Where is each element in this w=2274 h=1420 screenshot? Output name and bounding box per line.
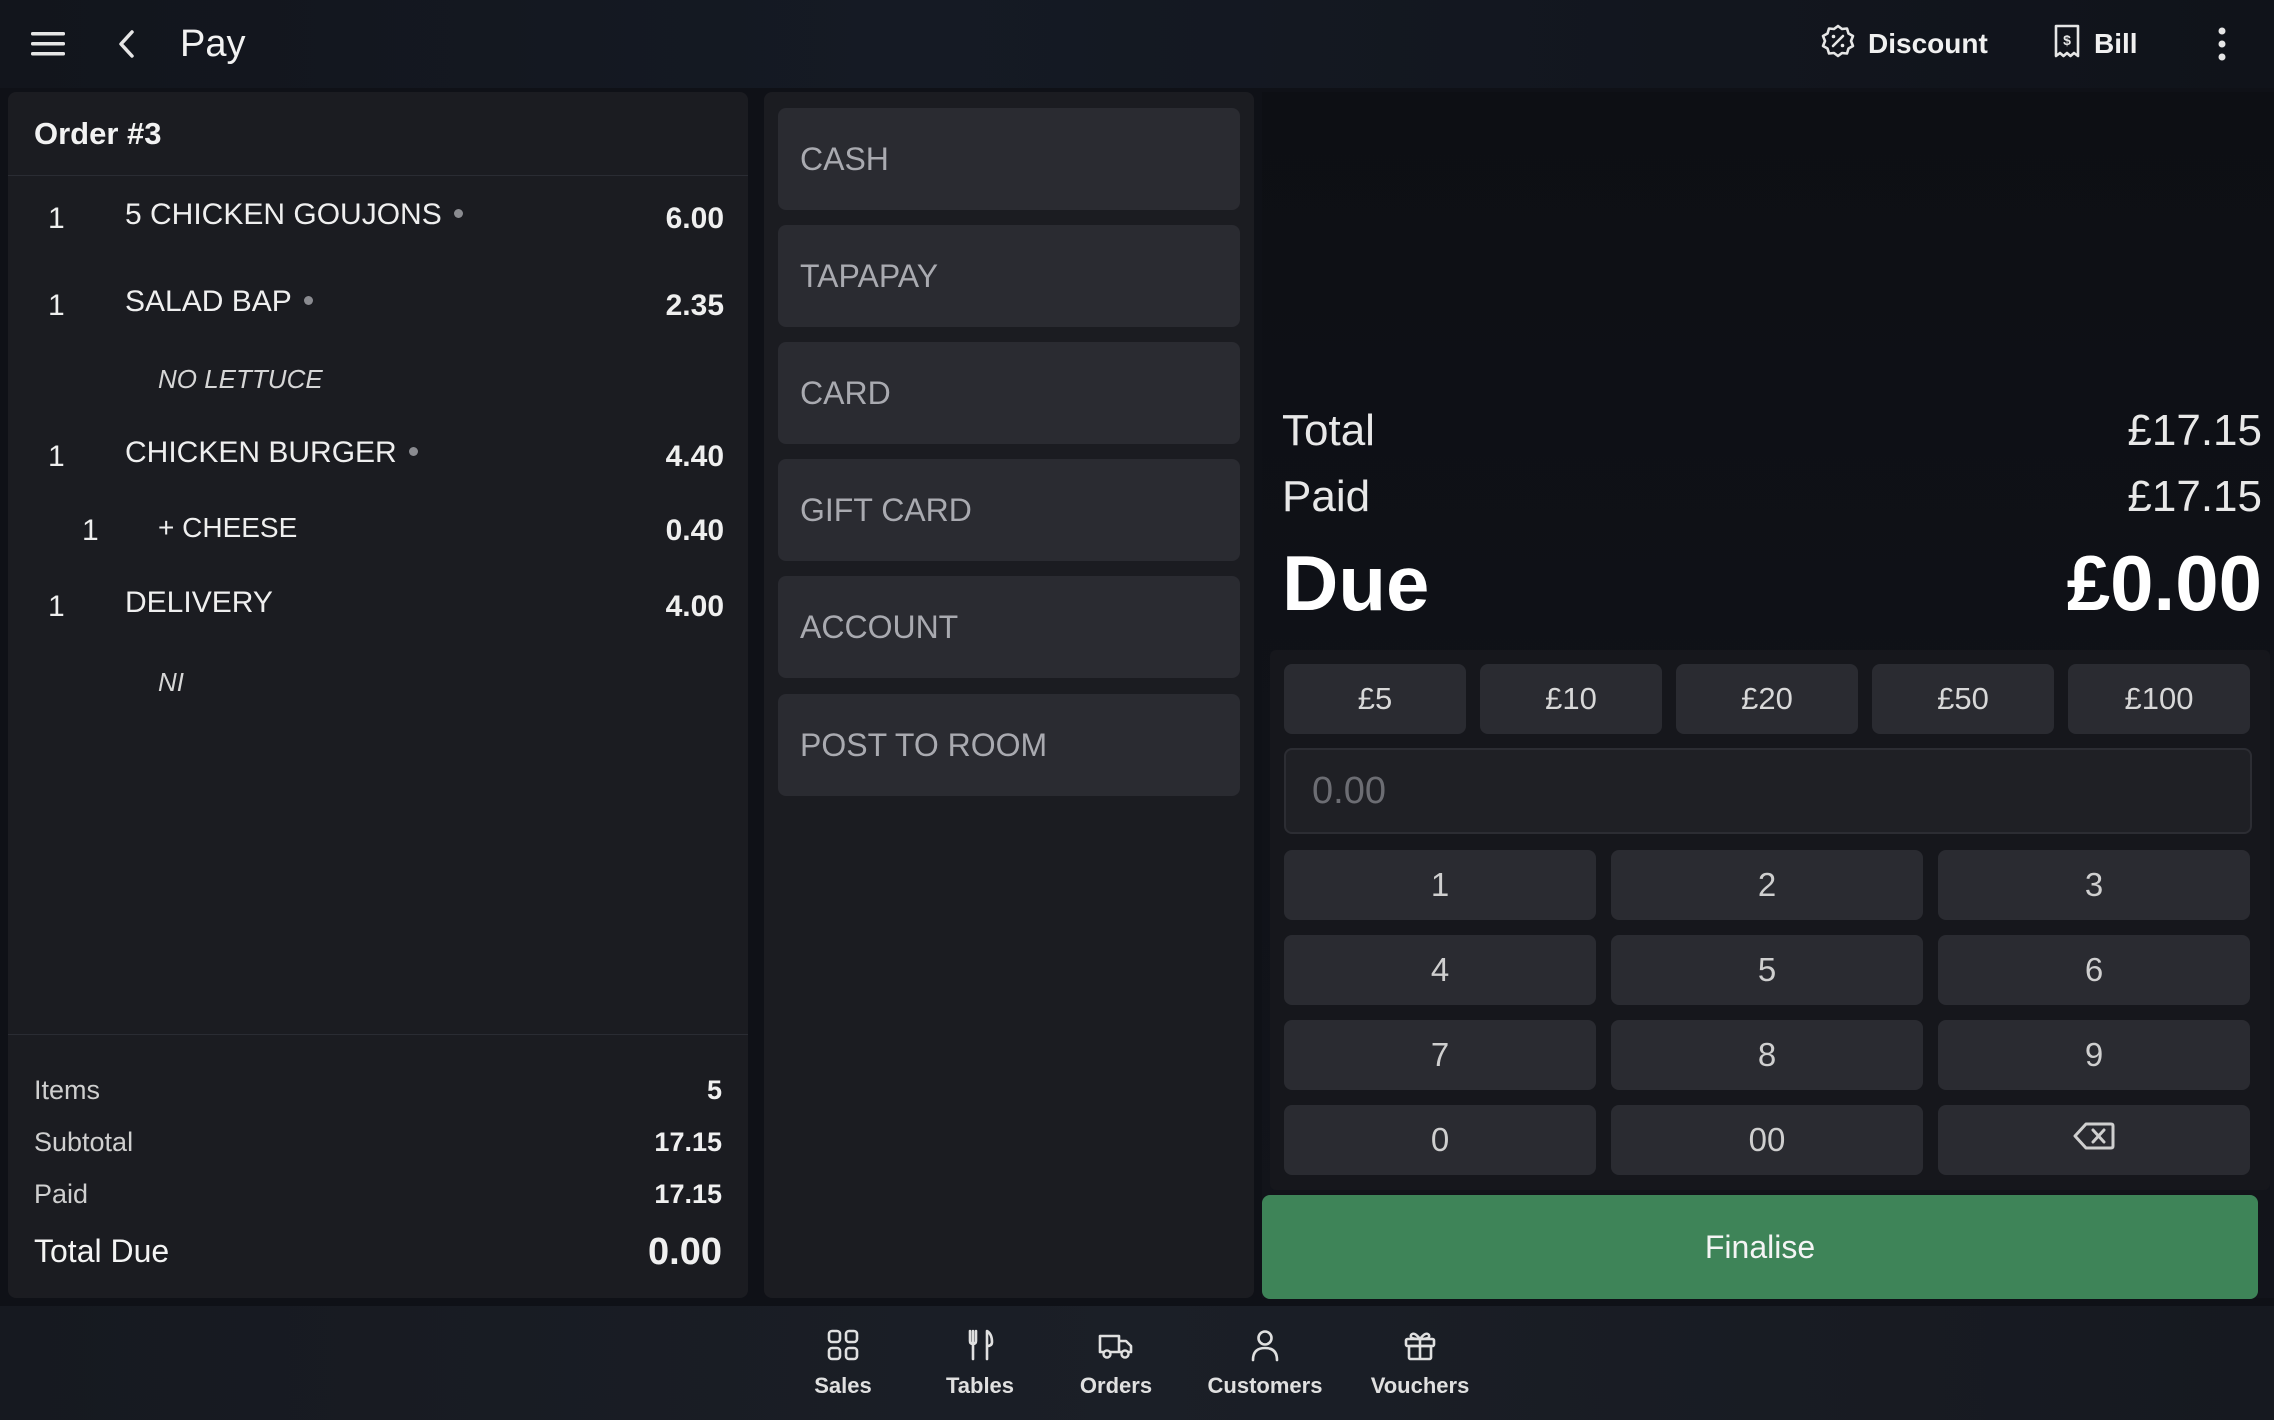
line-note: NI (158, 667, 184, 697)
line-qty: 1 (48, 202, 65, 235)
quick-amount-50-button[interactable]: £50 (1872, 664, 2054, 734)
items-row: Items 5 (34, 1075, 722, 1105)
status-dot-icon (453, 208, 463, 218)
line-note: NO LETTUCE (158, 364, 323, 394)
key-9[interactable]: 9 (1938, 1020, 2250, 1090)
due-row: Due £0.00 (1282, 539, 2262, 627)
pay-cash-button[interactable]: CASH (778, 108, 1240, 210)
back-arrow-icon[interactable] (104, 22, 148, 66)
person-icon (1248, 1328, 1282, 1367)
order-panel: Order #3 1 5 CHICKEN GOUJONS 6.00 1 SALA… (8, 92, 748, 1298)
bill-button[interactable]: $ Bill (2052, 20, 2138, 68)
line-price: 4.40 (665, 440, 724, 473)
bottom-nav: Sales Tables Orders Customers Vouchers (0, 1306, 2274, 1420)
quick-amount-10-button[interactable]: £10 (1480, 664, 1662, 734)
key-8[interactable]: 8 (1611, 1020, 1923, 1090)
key-5[interactable]: 5 (1611, 935, 1923, 1005)
order-title: Order #3 (8, 92, 748, 176)
order-line[interactable]: 1 CHICKEN BURGER 4.40 (8, 430, 748, 480)
nav-orders[interactable]: Orders (1051, 1328, 1181, 1408)
cutlery-icon (963, 1328, 997, 1367)
quick-amount-100-button[interactable]: £100 (2068, 664, 2250, 734)
discount-icon (1820, 23, 1856, 66)
grid-icon (826, 1328, 860, 1367)
nav-vouchers[interactable]: Vouchers (1355, 1328, 1485, 1408)
line-qty: 1 (48, 590, 65, 623)
pay-account-button[interactable]: ACCOUNT (778, 576, 1240, 678)
discount-label: Discount (1868, 28, 1988, 59)
pay-post-to-room-button[interactable]: POST TO ROOM (778, 694, 1240, 796)
page-title: Pay (180, 23, 246, 65)
line-qty: 1 (48, 289, 65, 322)
order-line[interactable]: 1 DELIVERY 4.00 (8, 580, 748, 630)
keypad-panel: £5 £10 £20 £50 £100 1 2 3 4 5 6 7 8 9 0 … (1270, 650, 2270, 1190)
menu-icon[interactable] (24, 22, 72, 66)
quick-amount-5-button[interactable]: £5 (1284, 664, 1466, 734)
order-line-modifier[interactable]: 1 + CHEESE 0.40 (8, 504, 748, 554)
more-options-icon[interactable] (2202, 22, 2242, 66)
nav-sales[interactable]: Sales (778, 1328, 908, 1408)
key-1[interactable]: 1 (1284, 850, 1596, 920)
gift-icon (1403, 1328, 1437, 1367)
payment-totals-area: Total £17.15 Paid £17.15 Due £0.00 £5 £1… (1262, 92, 2274, 1299)
order-line[interactable]: 1 5 CHICKEN GOUJONS 6.00 (8, 192, 748, 242)
finalise-button[interactable]: Finalise (1262, 1195, 2258, 1299)
amount-input[interactable] (1284, 748, 2252, 834)
quick-amount-20-button[interactable]: £20 (1676, 664, 1858, 734)
total-due-row: Total Due 0.00 (34, 1231, 722, 1273)
key-4[interactable]: 4 (1284, 935, 1596, 1005)
key-6[interactable]: 6 (1938, 935, 2250, 1005)
svg-text:$: $ (2063, 32, 2071, 48)
top-bar: Pay Discount $ Bill (0, 0, 2274, 88)
line-qty: 1 (82, 514, 99, 547)
pay-tapapay-button[interactable]: TAPAPAY (778, 225, 1240, 327)
line-name: DELIVERY (125, 586, 273, 619)
line-name: + CHEESE (158, 512, 298, 543)
line-name: 5 CHICKEN GOUJONS (125, 198, 463, 232)
key-7[interactable]: 7 (1284, 1020, 1596, 1090)
backspace-key[interactable] (1938, 1105, 2250, 1175)
nav-tables[interactable]: Tables (915, 1328, 1045, 1408)
status-dot-icon (303, 295, 313, 305)
pay-gift-card-button[interactable]: GIFT CARD (778, 459, 1240, 561)
order-summary: Items 5 Subtotal 17.15 Paid 17.15 Total … (8, 1034, 748, 1273)
nav-customers[interactable]: Customers (1200, 1328, 1330, 1408)
line-name: CHICKEN BURGER (125, 436, 418, 470)
key-00[interactable]: 00 (1611, 1105, 1923, 1175)
discount-button[interactable]: Discount (1820, 20, 1988, 68)
bill-label: Bill (2094, 28, 2138, 59)
payment-methods-panel: CASH TAPAPAY CARD GIFT CARD ACCOUNT POST… (764, 92, 1254, 1298)
line-price: 4.00 (665, 590, 724, 623)
total-row: Total £17.15 (1282, 406, 2262, 455)
key-3[interactable]: 3 (1938, 850, 2250, 920)
receipt-icon: $ (2052, 23, 2082, 66)
paid-row: Paid £17.15 (1282, 472, 2262, 521)
line-price: 2.35 (665, 289, 724, 322)
backspace-icon (2073, 1121, 2115, 1159)
key-0[interactable]: 0 (1284, 1105, 1596, 1175)
line-name: SALAD BAP (125, 285, 313, 319)
delivery-truck-icon (1097, 1328, 1135, 1367)
order-line[interactable]: 1 SALAD BAP 2.35 (8, 279, 748, 329)
key-2[interactable]: 2 (1611, 850, 1923, 920)
line-price: 0.40 (665, 514, 724, 547)
line-price: 6.00 (665, 202, 724, 235)
paid-row: Paid 17.15 (34, 1179, 722, 1209)
pay-card-button[interactable]: CARD (778, 342, 1240, 444)
subtotal-row: Subtotal 17.15 (34, 1127, 722, 1157)
status-dot-icon (408, 446, 418, 456)
line-qty: 1 (48, 440, 65, 473)
